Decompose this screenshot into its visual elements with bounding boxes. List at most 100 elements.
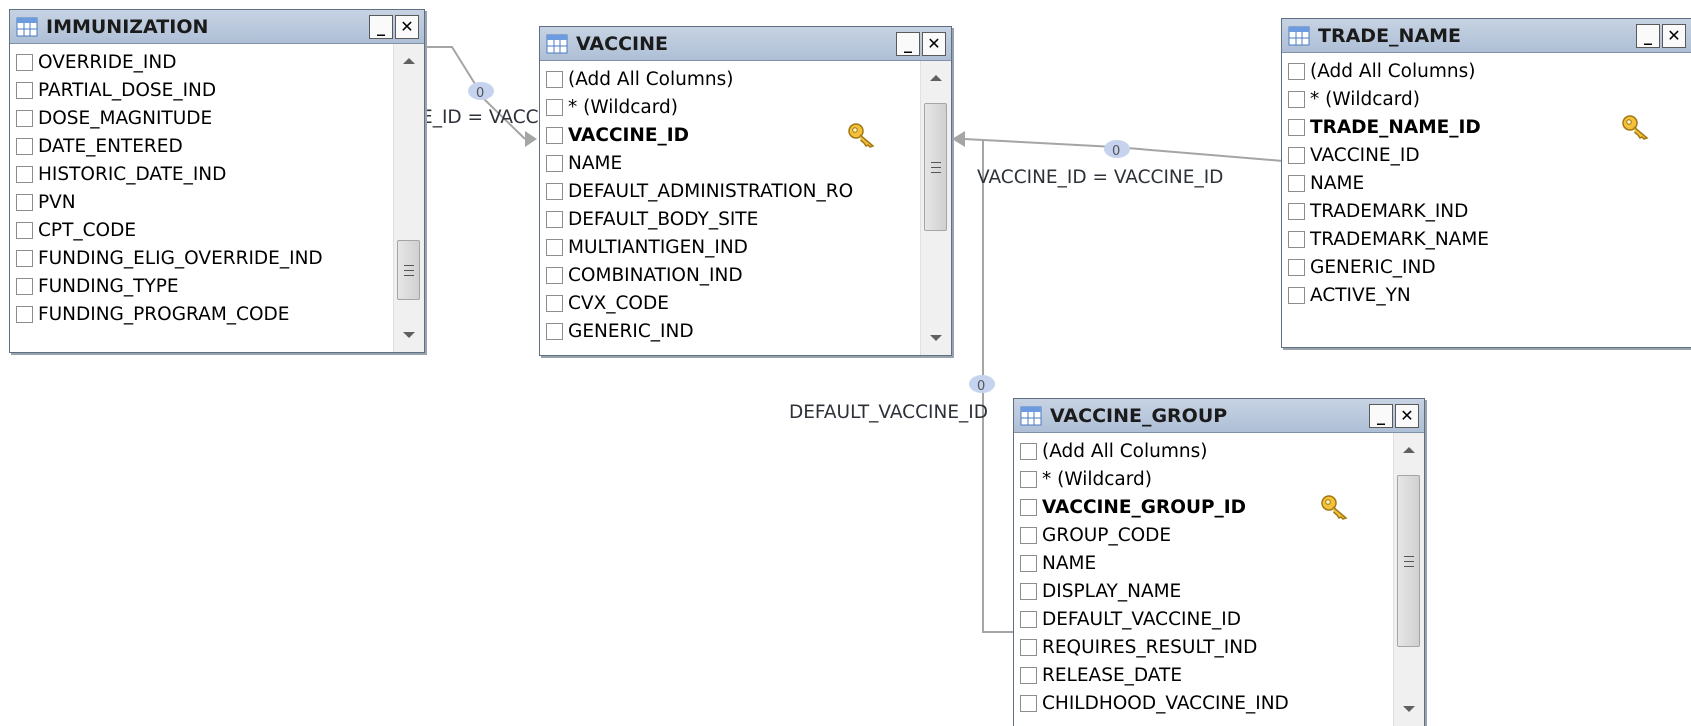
column-row[interactable]: VACCINE_ID xyxy=(1288,141,1691,169)
close-button[interactable]: ✕ xyxy=(1662,23,1686,48)
column-row[interactable]: DATE_ENTERED xyxy=(16,132,390,160)
column-row[interactable]: MULTIANTIGEN_IND xyxy=(546,233,917,261)
column-checkbox[interactable] xyxy=(546,182,563,200)
column-checkbox[interactable] xyxy=(16,109,33,127)
table-window-vaccine[interactable]: VACCINE _ ✕ (Add All Columns) * (Wildcard… xyxy=(539,26,952,356)
column-row[interactable]: GROUP_CODE xyxy=(1020,521,1390,549)
column-row[interactable]: (Add All Columns) xyxy=(1288,57,1691,85)
column-checkbox[interactable] xyxy=(16,249,33,267)
column-row[interactable]: * (Wildcard) xyxy=(546,93,917,121)
column-checkbox[interactable] xyxy=(546,210,563,228)
vertical-scrollbar[interactable] xyxy=(920,61,951,355)
scroll-down-arrow-icon[interactable] xyxy=(403,332,415,338)
column-checkbox[interactable] xyxy=(546,294,563,312)
table-window-immunization[interactable]: IMMUNIZATION _ ✕ OVERRIDE_IND PARTIAL_DOS… xyxy=(9,9,425,353)
column-checkbox[interactable] xyxy=(1288,174,1305,192)
column-checkbox[interactable] xyxy=(1020,694,1037,712)
column-checkbox[interactable] xyxy=(16,53,33,71)
column-checkbox[interactable] xyxy=(1288,286,1305,304)
scroll-up-arrow-icon[interactable] xyxy=(1403,447,1415,453)
column-checkbox[interactable] xyxy=(16,81,33,99)
column-row[interactable]: DISPLAY_NAME xyxy=(1020,577,1390,605)
column-checkbox[interactable] xyxy=(1288,62,1305,80)
column-row[interactable]: * (Wildcard) xyxy=(1020,465,1390,493)
column-checkbox[interactable] xyxy=(16,221,33,239)
column-row[interactable]: NAME xyxy=(1020,549,1390,577)
column-checkbox[interactable] xyxy=(1020,526,1037,544)
column-checkbox[interactable] xyxy=(546,126,563,144)
column-row[interactable]: REQUIRES_RESULT_IND xyxy=(1020,633,1390,661)
column-row[interactable]: (Add All Columns) xyxy=(1020,437,1390,465)
column-checkbox[interactable] xyxy=(16,137,33,155)
titlebar-immunization[interactable]: IMMUNIZATION _ ✕ xyxy=(10,10,424,44)
table-window-trade-name[interactable]: TRADE_NAME _ ✕ (Add All Columns) * (Wildc… xyxy=(1281,18,1691,348)
column-row[interactable]: DEFAULT_BODY_SITE xyxy=(546,205,917,233)
minimize-button[interactable]: _ xyxy=(1369,403,1393,428)
minimize-button[interactable]: _ xyxy=(369,14,393,39)
column-checkbox[interactable] xyxy=(1288,146,1305,164)
column-checkbox[interactable] xyxy=(1020,610,1037,628)
column-checkbox[interactable] xyxy=(16,277,33,295)
column-checkbox[interactable] xyxy=(1288,202,1305,220)
column-row[interactable]: PARTIAL_DOSE_IND xyxy=(16,76,390,104)
scroll-down-arrow-icon[interactable] xyxy=(1403,706,1415,712)
column-checkbox[interactable] xyxy=(1020,442,1037,460)
minimize-button[interactable]: _ xyxy=(896,31,920,56)
column-row[interactable]: PVN xyxy=(16,188,390,216)
column-checkbox[interactable] xyxy=(1288,230,1305,248)
column-checkbox[interactable] xyxy=(1288,258,1305,276)
column-row[interactable]: RELEASE_DATE xyxy=(1020,661,1390,689)
column-row[interactable]: TRADE_NAME_ID xyxy=(1288,113,1691,141)
column-checkbox[interactable] xyxy=(546,322,563,340)
scroll-thumb[interactable] xyxy=(924,103,947,231)
titlebar-trade-name[interactable]: TRADE_NAME _ ✕ xyxy=(1282,19,1691,53)
vertical-scrollbar[interactable] xyxy=(1393,433,1424,726)
column-row[interactable]: HISTORIC_DATE_IND xyxy=(16,160,390,188)
column-row[interactable]: NAME xyxy=(1288,169,1691,197)
scroll-up-arrow-icon[interactable] xyxy=(930,75,942,81)
column-row[interactable]: VACCINE_ID xyxy=(546,121,917,149)
column-checkbox[interactable] xyxy=(16,193,33,211)
column-row[interactable]: CVX_CODE xyxy=(546,289,917,317)
vertical-scrollbar[interactable] xyxy=(393,44,424,352)
column-row[interactable]: GENERIC_IND xyxy=(546,317,917,345)
column-checkbox[interactable] xyxy=(1288,90,1305,108)
column-row[interactable]: DEFAULT_VACCINE_ID xyxy=(1020,605,1390,633)
column-checkbox[interactable] xyxy=(546,154,563,172)
column-row[interactable]: VACCINE_GROUP_ID xyxy=(1020,493,1390,521)
column-row[interactable]: OVERRIDE_IND xyxy=(16,48,390,76)
table-window-vaccine-group[interactable]: VACCINE_GROUP _ ✕ (Add All Columns) * (Wi… xyxy=(1013,398,1425,726)
column-row[interactable]: CPT_CODE xyxy=(16,216,390,244)
close-button[interactable]: ✕ xyxy=(1395,403,1419,428)
column-checkbox[interactable] xyxy=(1020,666,1037,684)
column-row[interactable]: FUNDING_TYPE xyxy=(16,272,390,300)
column-checkbox[interactable] xyxy=(546,238,563,256)
close-button[interactable]: ✕ xyxy=(922,31,946,56)
column-row[interactable]: (Add All Columns) xyxy=(546,65,917,93)
column-checkbox[interactable] xyxy=(1020,470,1037,488)
column-checkbox[interactable] xyxy=(546,266,563,284)
column-checkbox[interactable] xyxy=(1020,554,1037,572)
column-checkbox[interactable] xyxy=(1020,582,1037,600)
scroll-thumb[interactable] xyxy=(397,240,420,300)
close-button[interactable]: ✕ xyxy=(395,14,419,39)
scroll-down-arrow-icon[interactable] xyxy=(930,335,942,341)
titlebar-vaccine[interactable]: VACCINE _ ✕ xyxy=(540,27,951,61)
column-row[interactable]: CHILDHOOD_VACCINE_IND xyxy=(1020,689,1390,717)
column-checkbox[interactable] xyxy=(16,305,33,323)
column-checkbox[interactable] xyxy=(1020,498,1037,516)
column-row[interactable]: DEFAULT_ADMINISTRATION_RO xyxy=(546,177,917,205)
column-row[interactable]: COMBINATION_IND xyxy=(546,261,917,289)
column-checkbox[interactable] xyxy=(1020,638,1037,656)
column-row[interactable]: GENERIC_IND xyxy=(1288,253,1691,281)
column-row[interactable]: TRADEMARK_NAME xyxy=(1288,225,1691,253)
column-row[interactable]: NAME xyxy=(546,149,917,177)
column-checkbox[interactable] xyxy=(546,70,563,88)
scroll-thumb[interactable] xyxy=(1397,475,1420,647)
column-checkbox[interactable] xyxy=(1288,118,1305,136)
column-row[interactable]: ACTIVE_YN xyxy=(1288,281,1691,309)
column-row[interactable]: FUNDING_ELIG_OVERRIDE_IND xyxy=(16,244,390,272)
titlebar-vaccine-group[interactable]: VACCINE_GROUP _ ✕ xyxy=(1014,399,1424,433)
column-row[interactable]: FUNDING_PROGRAM_CODE xyxy=(16,300,390,328)
column-row[interactable]: * (Wildcard) xyxy=(1288,85,1691,113)
